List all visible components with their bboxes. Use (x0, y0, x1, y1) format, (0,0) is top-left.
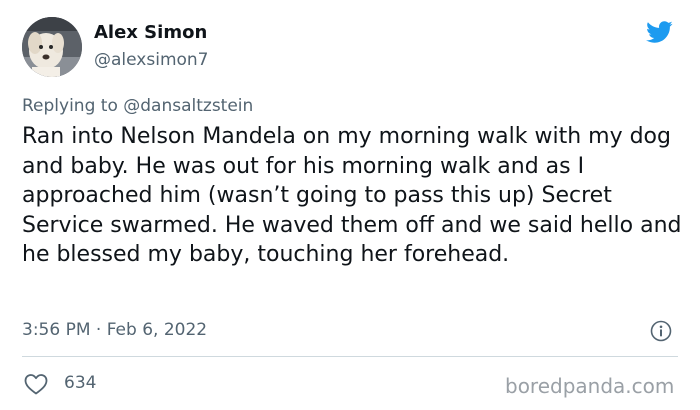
tweet-text: Ran into Nelson Mandela on my morning wa… (22, 124, 682, 267)
heart-icon[interactable] (24, 373, 48, 395)
dog-avatar-icon (22, 17, 82, 77)
avatar[interactable] (22, 17, 82, 77)
replying-prefix: Replying to (22, 96, 124, 116)
twitter-bird-icon[interactable] (643, 18, 675, 46)
tweet-timestamp[interactable]: 3:56 PM · Feb 6, 2022 (22, 320, 207, 340)
reply-handle-link[interactable]: @dansaltzstein (123, 96, 253, 116)
watermark: boredpanda.com (505, 374, 675, 398)
replying-to: Replying to @dansaltzstein (22, 96, 253, 116)
divider (22, 356, 678, 357)
like-count: 634 (64, 373, 97, 393)
author-name[interactable]: Alex Simon (94, 22, 207, 43)
author-handle[interactable]: @alexsimon7 (94, 50, 209, 70)
info-icon[interactable] (650, 320, 672, 342)
